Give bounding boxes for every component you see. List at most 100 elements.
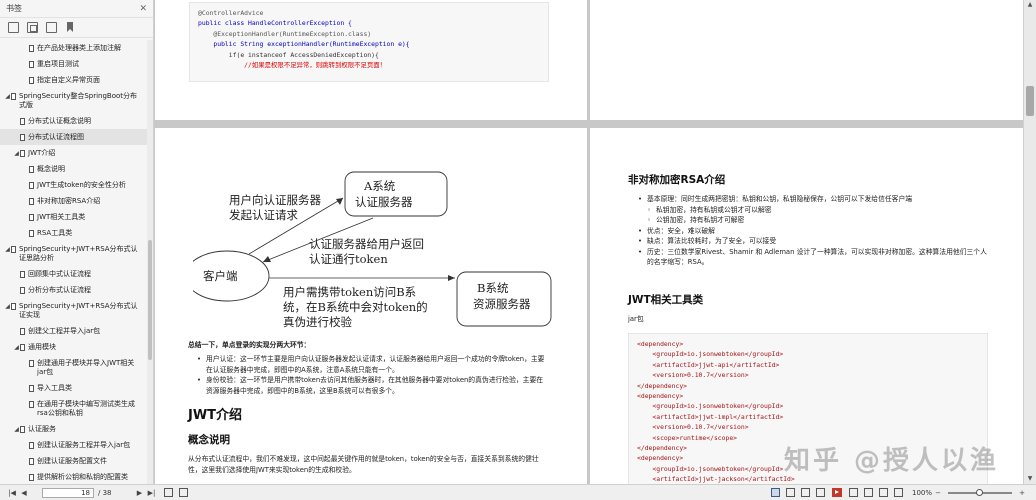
bookmark-item[interactable]: 分布式认证概念说明 [0, 113, 147, 129]
bookmark-item[interactable]: 非对称加密RSA介绍 [0, 193, 147, 209]
bookmark-item[interactable]: 提供解析公钥和私钥的配置类 [0, 469, 147, 484]
bookmark-item[interactable]: 创建父工程并导入jar包 [0, 323, 147, 339]
bookmark-page-icon [29, 400, 34, 408]
arrow-head-to-b [448, 275, 455, 281]
bookmark-page-icon [20, 270, 25, 278]
scroll-down-icon[interactable]: ▼ [1024, 474, 1036, 484]
bookmark-page-icon [20, 327, 25, 335]
collapse-all-icon[interactable] [27, 22, 38, 33]
code-line: //如果是权限不足异常，则跳转到权限不足页面！ [198, 61, 387, 70]
zoom-level[interactable]: 100% [912, 489, 932, 497]
close-icon[interactable]: ✕ [139, 4, 147, 14]
zoom-slider[interactable] [948, 488, 1012, 496]
bookmark-label: 分布式认证流程图 [28, 132, 84, 141]
next-page-icon[interactable]: ▶ [134, 488, 146, 498]
bookmark-page-icon [20, 133, 25, 141]
bookmark-item[interactable]: ◢ SpringSecurity+JWT+RSA分布式认证实现 [0, 298, 147, 323]
bookmark-options-icon[interactable] [46, 22, 57, 33]
watermark: 知乎 @授人以渔 [783, 446, 999, 476]
bookmark-item[interactable]: 分析分布式认证流程 [0, 282, 147, 298]
bookmark-label: 创建通用子模块并导入JWT相关jar包 [37, 358, 135, 376]
expand-arrow-icon[interactable]: ◢ [13, 343, 20, 352]
bookmark-item[interactable]: ◢ SpringSecurity整合SpringBoot分布式版 [0, 88, 147, 113]
bookmark-item[interactable]: 创建认证服务配置文件 [0, 453, 147, 469]
document-scrollbar[interactable]: ▲ ▼ [1023, 0, 1036, 484]
expand-all-icon[interactable] [8, 22, 19, 33]
bookmark-item[interactable]: 概念说明 [0, 161, 147, 177]
page-top-right [590, 0, 1023, 120]
actual-size-icon[interactable] [878, 488, 888, 497]
fit-width-icon[interactable] [848, 488, 858, 497]
expand-arrow-icon[interactable]: ◢ [13, 149, 20, 158]
expand-arrow-icon[interactable]: ◢ [13, 425, 20, 434]
zoom-out-icon[interactable]: − [932, 488, 944, 498]
heading-rsa: 非对称加密RSA介绍 [628, 174, 726, 186]
first-page-icon[interactable]: |◀ [6, 488, 18, 498]
bookmark-page-icon [29, 359, 34, 367]
rsa-bullet: 公钥加密，持有私钥才可解密 [638, 215, 988, 226]
bookmark-page-icon [29, 197, 34, 205]
bookmark-item[interactable]: ◢ 通用模块 [0, 339, 147, 355]
bookmark-item[interactable]: 在通用子模块中编写测试类生成rsa公钥和私钥 [0, 396, 147, 421]
fit-page-icon[interactable] [163, 488, 173, 497]
fit-window-icon[interactable] [863, 488, 873, 497]
sidebar-scrollbar[interactable] [147, 40, 153, 484]
bookmark-label: JWT生成token的安全性分析 [37, 180, 126, 189]
page-top-left: @ControllerAdvice public class HandleCont… [155, 0, 587, 120]
single-page-view-icon[interactable] [770, 488, 780, 497]
bookmark-item[interactable]: ◢ JWT介绍 [0, 145, 147, 161]
prev-page-icon[interactable]: ◀ [18, 488, 30, 498]
bookmark-label: 分布式认证概念说明 [28, 116, 91, 125]
document-view[interactable]: @ControllerAdvice public class HandleCont… [155, 0, 1023, 484]
bookmark-page-icon [29, 457, 34, 465]
scroll-up-icon[interactable]: ▲ [1024, 0, 1036, 10]
bookmark-page-icon [20, 425, 25, 433]
bookmark-item[interactable]: ◢ 认证服务 [0, 421, 147, 437]
two-page-view-icon[interactable] [800, 488, 810, 497]
bookmark-item[interactable]: 重启项目测试 [0, 56, 147, 72]
bookmark-item[interactable]: ◢ SpringSecurity+JWT+RSA分布式认证思路分析 [0, 241, 147, 266]
bookmark-item[interactable]: JWT相关工具类 [0, 209, 147, 225]
expand-arrow-icon[interactable]: ◢ [4, 245, 11, 254]
bookmark-page-icon [20, 117, 25, 125]
play-slideshow-icon[interactable] [831, 488, 842, 497]
bookmark-item[interactable]: 导入工具类 [0, 380, 147, 396]
code-line: <groupId>io.jsonwebtoken</groupId> [637, 350, 784, 359]
zoom-slider-knob[interactable] [976, 488, 983, 496]
expand-arrow-icon[interactable]: ◢ [4, 302, 11, 311]
bookmark-page-icon [11, 92, 16, 100]
fullscreen-icon[interactable] [893, 488, 903, 497]
sidebar-header: 书签 ✕ [0, 0, 153, 18]
bookmark-item[interactable]: 回顾集中式认证流程 [0, 266, 147, 282]
sidebar-title: 书签 [6, 4, 22, 13]
code-line: <artifactId>jjwt-impl</artifactId> [637, 412, 784, 421]
document-scrollbar-thumb[interactable] [1026, 86, 1034, 116]
code-line: <groupId>io.jsonwebtoken</groupId> [637, 402, 784, 411]
bookmark-item[interactable]: 创建通用子模块并导入JWT相关jar包 [0, 355, 147, 380]
summary-bullet: 身份校验：这一环节是用户携带token去访问其他服务器时，在其他服务器中要对to… [197, 375, 549, 396]
continuous-view-icon[interactable] [785, 488, 795, 497]
bookmark-item[interactable]: 创建认证服务工程并导入jar包 [0, 437, 147, 453]
bookmark-item[interactable]: 分布式认证流程图 [0, 129, 147, 145]
expand-arrow-icon[interactable]: ◢ [4, 92, 11, 101]
last-page-icon[interactable]: ▶| [146, 488, 158, 498]
zoom-in-icon[interactable]: + [1016, 488, 1028, 498]
box-b-line2: 资源服务器 [473, 297, 531, 311]
bookmark-item[interactable]: 在产品处理器类上添加注解 [0, 40, 147, 56]
bookmark-item[interactable]: RSA工具类 [0, 225, 147, 241]
status-bar: |◀ ◀ 18 / 38 ▶ ▶| 100% − + [0, 484, 1036, 500]
page-number-input[interactable]: 18 [42, 487, 94, 498]
box-a-line2: 认证服务器 [355, 195, 413, 209]
label-carry-line2: 统，在B系统中会对token的 [283, 300, 428, 314]
bookmark-page-icon [29, 229, 34, 237]
sidebar-scrollbar-thumb[interactable] [148, 240, 152, 360]
two-page-continuous-icon[interactable] [815, 488, 825, 497]
bookmark-page-icon [11, 302, 16, 310]
bookmark-item[interactable]: JWT生成token的安全性分析 [0, 177, 147, 193]
bookmark-label: 创建认证服务配置文件 [37, 456, 107, 465]
rotate-icon[interactable] [178, 488, 188, 497]
bookmark-icon[interactable] [65, 22, 76, 33]
code-line: if(e instanceof AccessDeniedException){ [198, 50, 379, 59]
code-block-exception-handler: @ControllerAdvice public class HandleCont… [189, 2, 549, 82]
bookmark-item[interactable]: 指定自定义异常页面 [0, 72, 147, 88]
